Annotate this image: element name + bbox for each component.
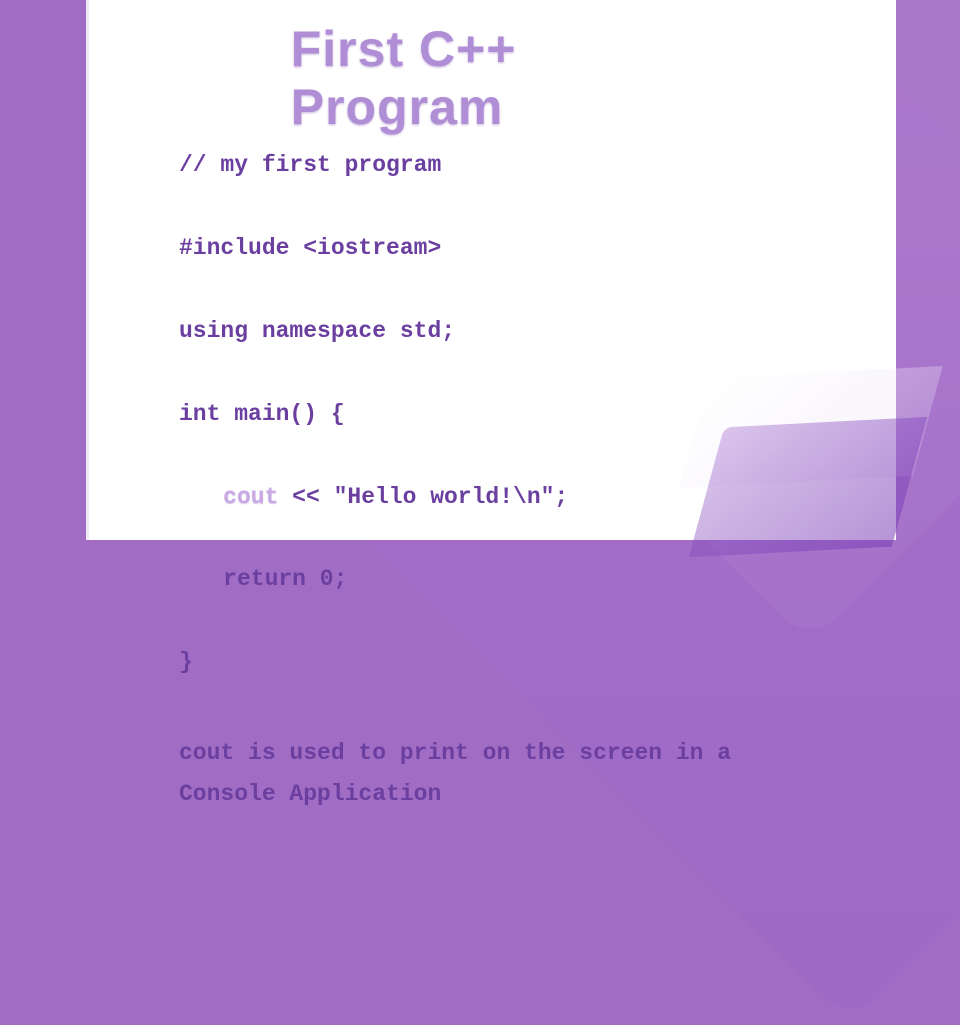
cout-keyword: cout bbox=[223, 484, 278, 510]
code-line-main: int main() { bbox=[179, 394, 731, 435]
code-block: // my first program #include <iostream> … bbox=[179, 104, 731, 898]
code-line-close: } bbox=[179, 642, 731, 683]
explanation-text: cout is used to print on the screen in a… bbox=[179, 733, 731, 816]
content-panel: First C++ Program // my first program #i… bbox=[86, 0, 896, 540]
code-line-include: #include <iostream> bbox=[179, 228, 731, 269]
code-line-cout: cout << "Hello world!\n"; bbox=[179, 477, 731, 518]
code-line-comment: // my first program bbox=[179, 145, 731, 186]
code-line-using: using namespace std; bbox=[179, 311, 731, 352]
code-line-cout-rest: << "Hello world!\n"; bbox=[278, 484, 568, 510]
code-line-return: return 0; bbox=[179, 559, 731, 600]
